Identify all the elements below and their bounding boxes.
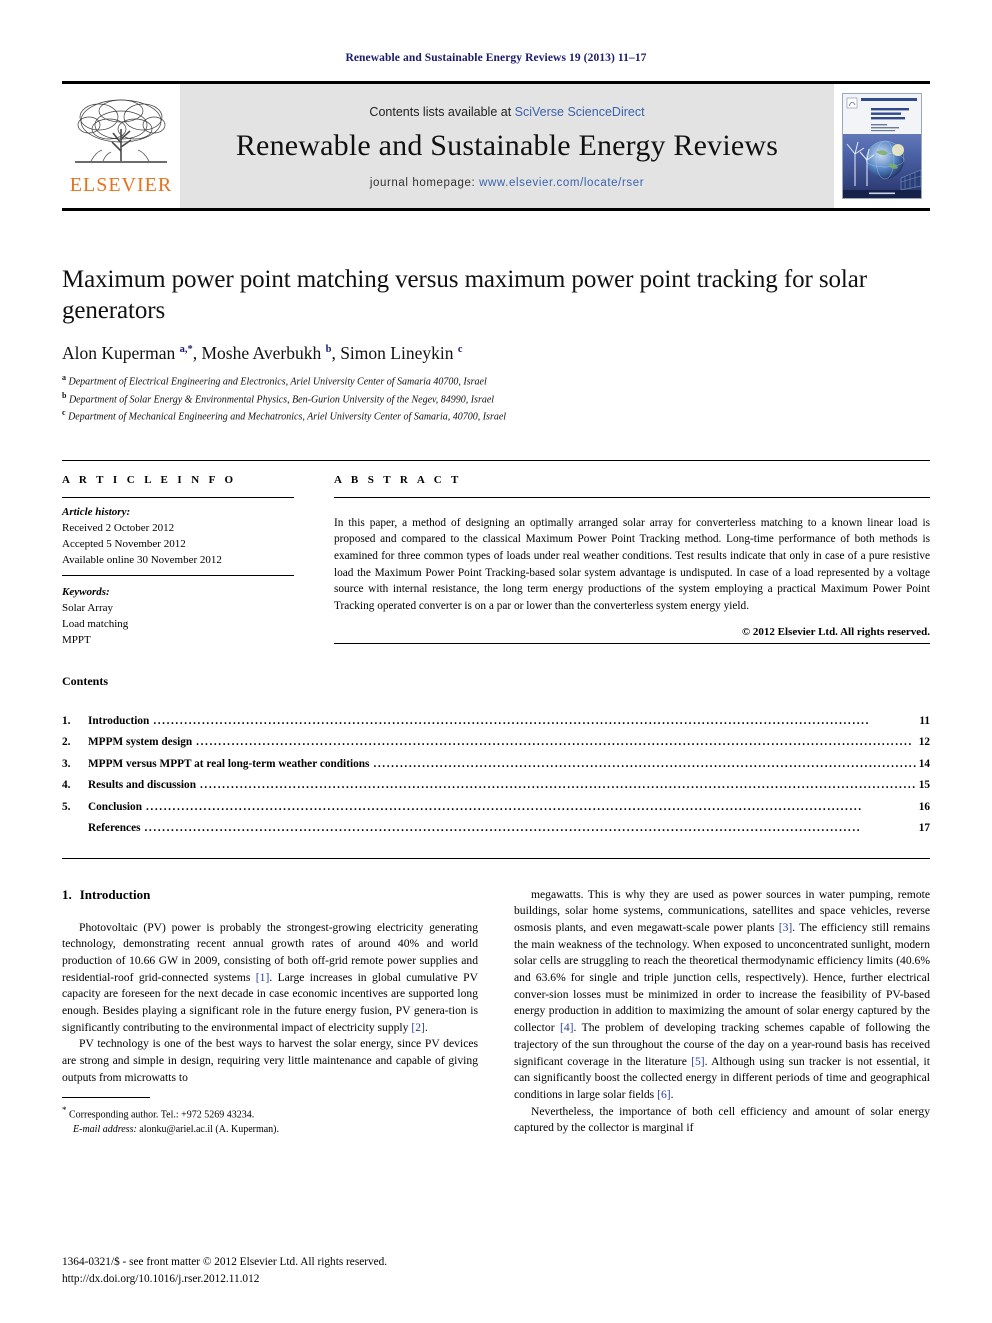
homepage-prefix: journal homepage:	[369, 177, 480, 189]
toc-label: Conclusion	[88, 800, 142, 813]
affiliation-text: Department of Mechanical Engineering and…	[68, 411, 507, 423]
toc-entry[interactable]: 2. MPPM system design ..................…	[62, 732, 930, 753]
sciencedirect-link[interactable]: SciVerse ScienceDirect	[515, 105, 645, 119]
article-title: Maximum power point matching versus maxi…	[62, 266, 867, 324]
toc-number: 4.	[62, 779, 71, 792]
toc-leader: ........................................…	[200, 779, 917, 792]
history-received: Received 2 October 2012	[62, 521, 175, 534]
toc-number: 3.	[62, 757, 71, 770]
section-heading-introduction: 1. Introduction	[62, 887, 478, 903]
body-column-left: 1. Introduction Photovoltaic (PV) power i…	[62, 887, 478, 1137]
journal-title: Renewable and Sustainable Energy Reviews	[235, 129, 779, 162]
toc-number: 5.	[62, 800, 71, 813]
toc-label: MPPM system design	[88, 736, 193, 749]
footnote-email: E-mail address: alonku@ariel.ac.il (A. K…	[73, 1123, 280, 1135]
article-history: Article history: Received 2 October 2012…	[62, 498, 294, 575]
contents-heading: Contents	[62, 673, 109, 688]
toc-entry[interactable]: 4. Results and discussion ..............…	[62, 775, 930, 796]
affiliation-item: b Department of Solar Energy & Environme…	[62, 390, 930, 408]
abstract-rule-top	[334, 496, 930, 498]
journal-masthead: ELSEVIER Contents lists available at Sci…	[62, 81, 930, 211]
history-accepted: Accepted 5 November 2012	[62, 537, 186, 550]
keywords-block: Keywords: Solar Array Load matching MPPT	[62, 576, 294, 648]
paragraph: Nevertheless, the importance of both cel…	[514, 1104, 930, 1135]
journal-homepage-line: journal homepage: www.elsevier.com/locat…	[370, 177, 644, 189]
affiliation-item: c Department of Mechanical Engineering a…	[62, 407, 930, 425]
body-separator-rule	[62, 857, 930, 859]
doi-line[interactable]: http://dx.doi.org/10.1016/j.rser.2012.11…	[62, 1271, 387, 1288]
history-available-online: Available online 30 November 2012	[62, 553, 222, 566]
toc-entry[interactable]: 1. Introduction ........................…	[62, 711, 930, 732]
toc-entry[interactable]: References .............................…	[62, 818, 930, 839]
section-title: Introduction	[79, 886, 151, 902]
toc-entry[interactable]: 5. Conclusion ..........................…	[62, 797, 930, 818]
toc-label: References	[88, 822, 141, 835]
footnote-corresponding: * Corresponding author. Tel.: +972 5269 …	[62, 1105, 255, 1121]
toc-page-number: 14	[918, 757, 930, 770]
info-abstract-region: A R T I C L E I N F O Article history: R…	[62, 459, 930, 648]
toc-leader: ........................................…	[144, 822, 862, 835]
toc-leader: ........................................…	[373, 757, 916, 770]
toc-leader: ........................................…	[146, 800, 863, 813]
contents-available-prefix: Contents lists available at	[369, 105, 515, 119]
abstract-rule-bottom	[334, 642, 930, 644]
elsevier-logo: ELSEVIER	[62, 84, 180, 208]
title-block: Maximum power point matching versus maxi…	[62, 265, 930, 425]
toc-leader: ........................................…	[153, 714, 871, 727]
footnote-rule	[62, 1097, 150, 1099]
toc-page-number: 17	[918, 822, 930, 835]
abstract-text: In this paper, a method of designing an …	[334, 516, 930, 612]
keyword-item: Solar Array	[62, 601, 114, 614]
affiliation-text: Department of Electrical Engineering and…	[68, 376, 487, 388]
article-info-column: A R T I C L E I N F O Article history: R…	[62, 461, 294, 648]
keywords-label: Keywords:	[62, 585, 110, 598]
toc-entry[interactable]: 3. MPPM versus MPPT at real long-term we…	[62, 754, 930, 775]
masthead-center: Contents lists available at SciVerse Sci…	[180, 84, 834, 208]
paragraph: PV technology is one of the best ways to…	[62, 1037, 478, 1084]
body-column-right: megawatts. This is why they are used as …	[514, 887, 930, 1137]
affiliation-mark: c	[62, 408, 66, 418]
affiliation-list: a Department of Electrical Engineering a…	[62, 372, 930, 425]
toc-number: 1.	[62, 714, 71, 727]
toc-label: Introduction	[88, 714, 150, 727]
abstract-copyright: © 2012 Elsevier Ltd. All rights reserved…	[741, 625, 930, 638]
cover-image	[842, 93, 922, 199]
toc-leader: ........................................…	[196, 736, 913, 749]
toc-page-number: 16	[918, 800, 930, 813]
affiliation-mark: b	[62, 390, 67, 400]
body-columns: 1. Introduction Photovoltaic (PV) power i…	[62, 887, 930, 1137]
contents-available-line: Contents lists available at SciVerse Sci…	[369, 105, 644, 119]
page-footer: 1364-0321/$ - see front matter © 2012 El…	[62, 1254, 387, 1288]
section-number: 1.	[62, 886, 72, 902]
toc-page-number: 11	[919, 714, 930, 727]
issn-copyright-line: 1364-0321/$ - see front matter © 2012 El…	[62, 1256, 388, 1269]
toc-number: 2.	[62, 736, 71, 749]
abstract-column: A B S T R A C T In this paper, a method …	[334, 461, 930, 648]
running-head: Renewable and Sustainable Energy Reviews…	[345, 52, 647, 64]
toc-label: Results and discussion	[88, 779, 196, 792]
keyword-item: Load matching	[62, 617, 129, 630]
affiliation-text: Department of Solar Energy & Environment…	[68, 393, 495, 405]
table-of-contents: 1. Introduction ........................…	[62, 711, 930, 840]
paragraph: Photovoltaic (PV) power is probably the …	[62, 920, 478, 1034]
corresponding-author-footnote: * Corresponding author. Tel.: +972 5269 …	[62, 1097, 478, 1137]
affiliation-mark: a	[62, 373, 66, 382]
homepage-link[interactable]: www.elsevier.com/locate/rser	[479, 177, 644, 189]
elsevier-tree-icon	[69, 95, 173, 173]
toc-page-number: 15	[918, 779, 930, 792]
journal-article-page: Renewable and Sustainable Energy Reviews…	[0, 0, 992, 1323]
journal-cover-thumbnail	[834, 84, 930, 208]
affiliation-item: a Department of Electrical Engineering a…	[62, 372, 930, 390]
toc-page-number: 12	[918, 736, 930, 749]
toc-label: MPPM versus MPPT at real long-term weath…	[88, 757, 370, 770]
elsevier-wordmark: ELSEVIER	[69, 174, 173, 196]
abstract-heading: A B S T R A C T	[334, 473, 462, 486]
author-list: Alon Kuperman a,*, Moshe Averbukh b, Sim…	[62, 343, 463, 363]
article-info-heading: A R T I C L E I N F O	[62, 473, 237, 486]
article-history-label: Article history:	[62, 505, 131, 518]
paragraph: megawatts. This is why they are used as …	[514, 887, 930, 1101]
keyword-item: MPPT	[62, 633, 91, 646]
